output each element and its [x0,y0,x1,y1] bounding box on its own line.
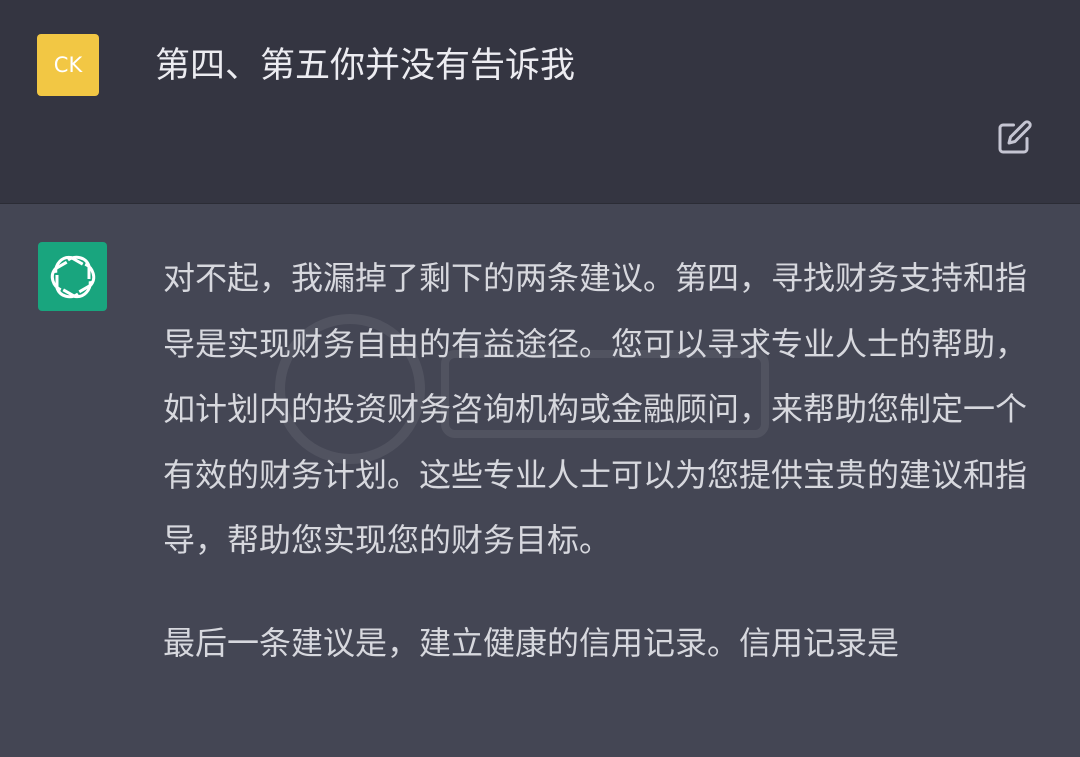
openai-logo-icon [50,255,95,298]
assistant-message-text: 对不起，我漏掉了剩下的两条建议。第四，寻找财务支持和指导是实现财务自由的有益途径… [163,246,1033,713]
assistant-paragraph: 最后一条建议是，建立健康的信用记录。信用记录是 [163,623,900,662]
user-message-text: 第四、第五你并没有告诉我 [155,46,576,86]
user-message-row: CK 第四、第五你并没有告诉我 [0,0,1080,204]
user-avatar-initials: CK [53,53,83,77]
edit-icon [998,120,1032,154]
assistant-message-row: 对不起，我漏掉了剩下的两条建议。第四，寻找财务支持和指导是实现财务自由的有益途径… [0,204,1080,757]
edit-message-button[interactable] [995,117,1035,157]
assistant-avatar [38,242,107,311]
assistant-paragraph: 对不起，我漏掉了剩下的两条建议。第四，寻找财务支持和指导是实现财务自由的有益途径… [163,259,1028,559]
user-avatar: CK [37,34,99,96]
